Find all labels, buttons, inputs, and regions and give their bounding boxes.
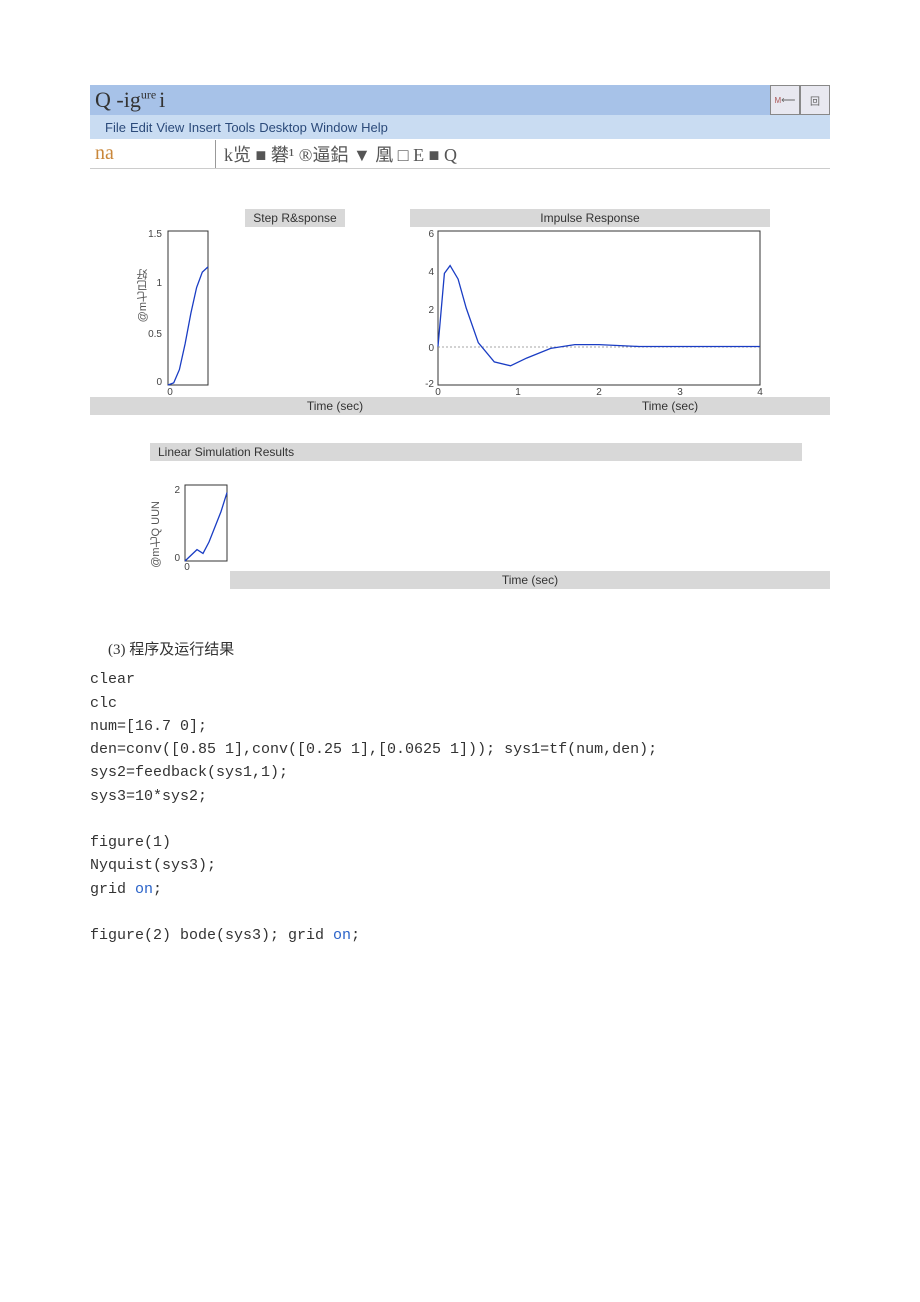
menu-desktop[interactable]: Desktop [259, 120, 307, 135]
window-titlebar: Q -igure i M⟵ 回 [90, 85, 830, 115]
svg-text:2: 2 [174, 485, 180, 496]
chart-title: Impulse Response [410, 209, 770, 227]
svg-text:0: 0 [174, 553, 180, 564]
code-section: (3) 程序及运行结果 clear clc num=[16.7 0]; den=… [90, 639, 830, 947]
ylabel: @m七已好 [135, 269, 151, 322]
svg-text:0: 0 [167, 387, 173, 397]
chart-linear-simulation: @m七Q UUN 2 0 0 Time (sec) [90, 481, 830, 589]
svg-text:0: 0 [184, 562, 190, 571]
svg-text:0: 0 [435, 387, 441, 397]
toolbar: na k览 ■ 礬¹ ®逼鋁 ▼ 凰 □ E ■ Q [90, 139, 830, 169]
maximize-button[interactable]: 回 [800, 85, 830, 115]
svg-text:0: 0 [156, 377, 162, 388]
chart-svg: 6 4 2 0 -2 0 1 2 3 4 [410, 227, 770, 397]
toolbar-icons[interactable]: k览 ■ 礬¹ ®逼鋁 ▼ 凰 □ E ■ Q [216, 141, 457, 167]
ylabel-linsim: @m七Q UUN [148, 501, 164, 568]
chart-title-linsim: Linear Simulation Results [150, 443, 302, 461]
chart-title: Step R&sponse [245, 209, 344, 227]
svg-text:0.5: 0.5 [148, 329, 162, 340]
svg-text:3: 3 [677, 387, 683, 397]
svg-text:-2: -2 [425, 379, 434, 390]
code-body: clear clc num=[16.7 0]; den=conv([0.85 1… [90, 668, 830, 947]
menu-insert[interactable]: Insert [188, 120, 221, 135]
xlabel-impulse: Time (sec) [510, 397, 830, 415]
svg-text:1: 1 [156, 278, 162, 289]
svg-text:2: 2 [596, 387, 602, 397]
xlabel-linsim: Time (sec) [230, 571, 830, 589]
xlabel-step: Time (sec) [190, 397, 480, 415]
menu-file[interactable]: File [105, 120, 126, 135]
menu-view[interactable]: View [156, 120, 184, 135]
menu-tools[interactable]: Tools [225, 120, 255, 135]
menu-help[interactable]: Help [361, 120, 388, 135]
xlabel-bar-left-pad [90, 397, 190, 415]
code-heading: (3) 程序及运行结果 [108, 639, 830, 662]
chart-impulse-response: Impulse Response 6 4 2 0 -2 0 1 2 3 4 [410, 209, 770, 397]
menubar: File Edit View Insert Tools Desktop Wind… [90, 115, 830, 139]
svg-text:1: 1 [515, 387, 521, 397]
svg-text:4: 4 [757, 387, 763, 397]
minimize-button[interactable]: M⟵ [770, 85, 800, 115]
chart-step-response: Step R&sponse @m七已好 1.5 1 0.5 0 0 [90, 209, 380, 397]
menu-window[interactable]: Window [311, 120, 357, 135]
toolbar-left-label: na [90, 142, 215, 165]
menu-edit[interactable]: Edit [130, 120, 152, 135]
window-title: Q -igure i [90, 87, 165, 113]
svg-text:0: 0 [428, 343, 434, 354]
svg-text:2: 2 [428, 305, 434, 316]
svg-text:4: 4 [428, 267, 434, 278]
chart-svg: 2 0 0 [150, 481, 350, 571]
chart-svg: 1.5 1 0.5 0 0 [90, 227, 380, 397]
svg-text:6: 6 [428, 229, 434, 240]
svg-text:1.5: 1.5 [148, 229, 162, 240]
